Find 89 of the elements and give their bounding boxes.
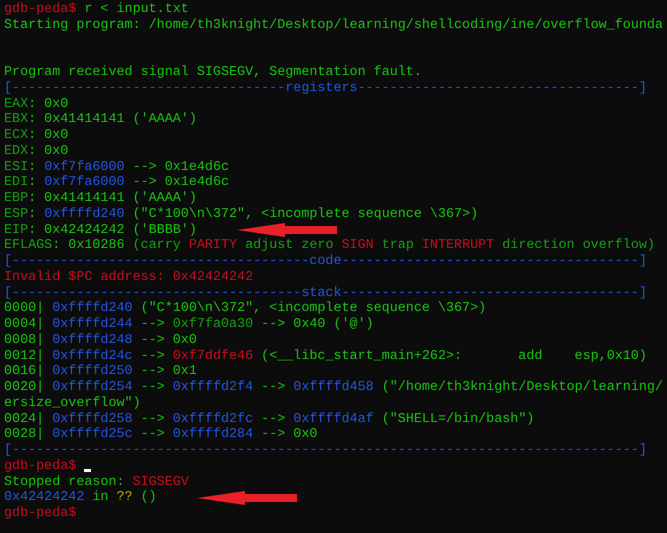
label-text: 0xf7fa0a30 [172,317,254,333]
address-text: 0xffffd2fc [172,412,254,427]
address-text: 0x42424242 [4,490,84,506]
output-text: --> [140,427,166,443]
output-text: Starting program: /home/th3knight/Desktop/learning/shellcoding/ine/overflow_founda [4,18,663,34]
output-text: 0000| [4,301,46,317]
output-text: (<__libc_start_main+262>: add esp,0x10) [260,348,647,364]
address-text: 0xffffd240 [52,301,133,317]
alert-text: SIGSEGV [132,474,189,490]
output-text: Stopped reason: [4,474,126,490]
prompt-text: gdb-peda$ [4,458,76,474]
output-text: --> [140,348,166,364]
label-text: EIP [4,222,28,238]
output-text: ersize_overflow") [4,396,141,412]
unknown-text: ?? [116,490,133,506]
output-text: : [28,206,38,222]
address-text: 0xffffd258 [52,412,133,427]
output-text: r < input.txt [83,2,189,18]
output-text: --> 0x40 ('@') [260,317,374,333]
address-text: 0xffffd4af [293,412,374,428]
address-text: 0xffffd25c [52,427,133,443]
label-text: trap [380,238,415,254]
address-text: 0xffffd244 [52,317,133,333]
address-text: 0xffffd2f4 [172,380,254,396]
output-text: 0012| [4,348,46,364]
output-text: ("C*100\n\372", <incomplete sequence \367>) [132,206,478,222]
address-text: [------------------------------------------------------------------------------] [4,443,647,459]
label-text: EDX [4,144,28,160]
output-text: : 0x10286 [52,238,126,254]
output-text: in [91,490,110,506]
address-text: 0xffffd254 [52,380,133,396]
alert-text: SIGN [342,238,374,254]
address-text: 0xf7fa6000 [44,175,125,191]
address-text: 0xffffd284 [172,427,254,443]
prompt-text: gdb-peda$ [4,506,76,522]
output-text: : 0x42424242 ('BBBB') [28,222,197,238]
output-text: : [28,160,38,176]
output-text: --> 0x0 [260,427,318,443]
output-text: 0024| [4,412,46,427]
alert-text: PARITY [188,238,238,254]
label-text: EAX [4,96,28,112]
output-text: : 0x41414141 ('AAAA') [28,112,197,128]
alert-text: INTERRUPT [422,238,494,254]
output-text: ("/home/th3knight/Desktop/learning/ [380,380,663,396]
output-text: --> [140,412,166,428]
label-text: adjust zero [244,238,334,254]
output-text: --> [260,380,286,396]
output-text: --> [260,412,286,428]
label-text: EBP [4,191,28,207]
label-text: ESP [4,206,28,222]
address-text: 0xffffd458 [293,380,374,396]
output-text: : 0x41414141 ('AAAA') [28,191,197,207]
output-text: 0028| [4,427,46,443]
label-text: (carry [132,238,182,254]
output-text: : 0x0 [28,96,68,112]
address-text: [------------------------------------stack-------------------------------------] [4,286,647,301]
label-text: ECX [4,128,28,144]
output-text: --> [140,317,166,333]
label-text: EBX [4,112,28,128]
output-text: --> 0x1 [140,364,197,380]
output-text: --> 0x0 [140,332,197,348]
address-text: 0xffffd250 [52,364,133,380]
output-text: Program received signal SIGSEGV, Segmentation fault. [4,65,422,81]
output-text: () [140,490,157,506]
output-text: ("SHELL=/bin/bash") [380,412,534,428]
output-text: --> [140,380,166,396]
alert-text: 0xf7ddfe46 [172,348,254,364]
output-text: ("C*100\n\372", <incomplete sequence \367>) [140,301,486,317]
prompt-text: gdb-peda$ [4,2,76,18]
address-text: [-------------------------------------code-------------------------------------] [4,254,647,270]
output-text: 0016| [4,364,46,380]
address-text: 0xffffd248 [52,332,133,348]
address-text: 0xf7fa6000 [44,160,125,175]
output-text: --> 0x1e4d6c [132,160,230,175]
output-text: : 0x0 [28,128,68,144]
label-text: EDI [4,175,28,191]
address-text: 0xffffd240 [44,206,125,222]
alert-text: Invalid $PC address: 0x42424242 [4,270,254,286]
label-text: EFLAGS [4,238,52,254]
output-text: 0020| [4,380,46,396]
label-text: ESI [4,160,28,176]
output-text: --> 0x1e4d6c [132,175,230,191]
address-text: [----------------------------------registers-----------------------------------] [4,80,647,96]
output-text: 0008| [4,332,46,348]
output-text: : 0x0 [28,144,68,160]
output-text: 0004| [4,317,46,333]
label-text: direction overflow) [501,238,655,254]
address-text: 0xffffd24c [52,348,133,364]
output-text: : [28,175,38,191]
